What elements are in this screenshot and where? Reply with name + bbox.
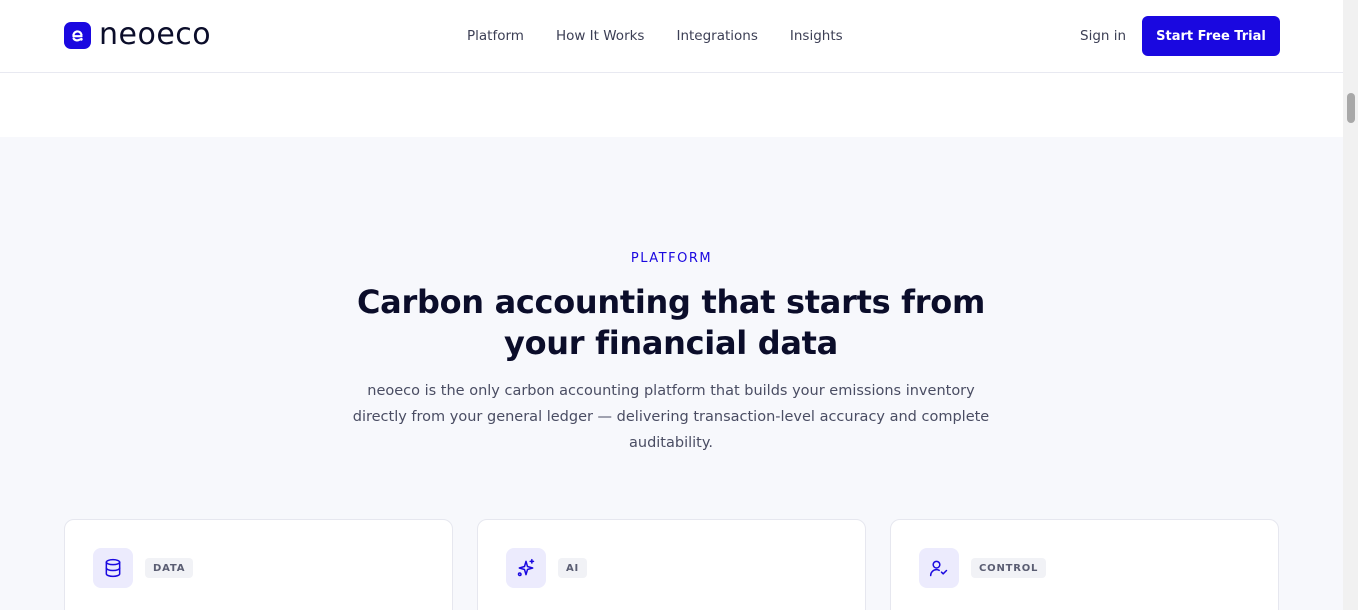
logo-icon <box>64 21 91 49</box>
feature-card-ai: AI <box>477 519 866 610</box>
feature-card-data: DATA <box>64 519 453 610</box>
page-scrollbar[interactable] <box>1343 0 1358 610</box>
card-tag: CONTROL <box>971 558 1047 578</box>
page: neoeco Platform How It Works Integration… <box>0 0 1343 610</box>
card-tag: AI <box>558 558 588 578</box>
nav-platform[interactable]: Platform <box>467 27 524 45</box>
site-header: neoeco Platform How It Works Integration… <box>0 0 1343 73</box>
logo-text: neoeco <box>99 17 212 52</box>
feature-card-control: CONTROL <box>890 519 1279 610</box>
section-eyebrow: PLATFORM <box>630 251 713 266</box>
sparkles-icon <box>506 548 546 588</box>
logo[interactable]: neoeco <box>64 19 211 51</box>
sign-in-link[interactable]: Sign in <box>1080 27 1126 45</box>
user-check-icon <box>919 548 959 588</box>
section-title: Carbon accounting that starts from your … <box>357 283 985 362</box>
header-spacer <box>0 73 1343 137</box>
start-free-trial-button[interactable]: Start Free Trial <box>1142 16 1280 56</box>
main-nav: Platform How It Works Integrations Insig… <box>467 27 875 45</box>
database-icon <box>93 548 133 588</box>
nav-insights[interactable]: Insights <box>790 27 843 45</box>
card-tag: DATA <box>145 558 194 578</box>
nav-integrations[interactable]: Integrations <box>676 27 757 45</box>
section-subtitle: neoeco is the only carbon accounting pla… <box>352 383 990 451</box>
nav-how-it-works[interactable]: How It Works <box>556 27 645 45</box>
scrollbar-thumb[interactable] <box>1347 93 1355 123</box>
